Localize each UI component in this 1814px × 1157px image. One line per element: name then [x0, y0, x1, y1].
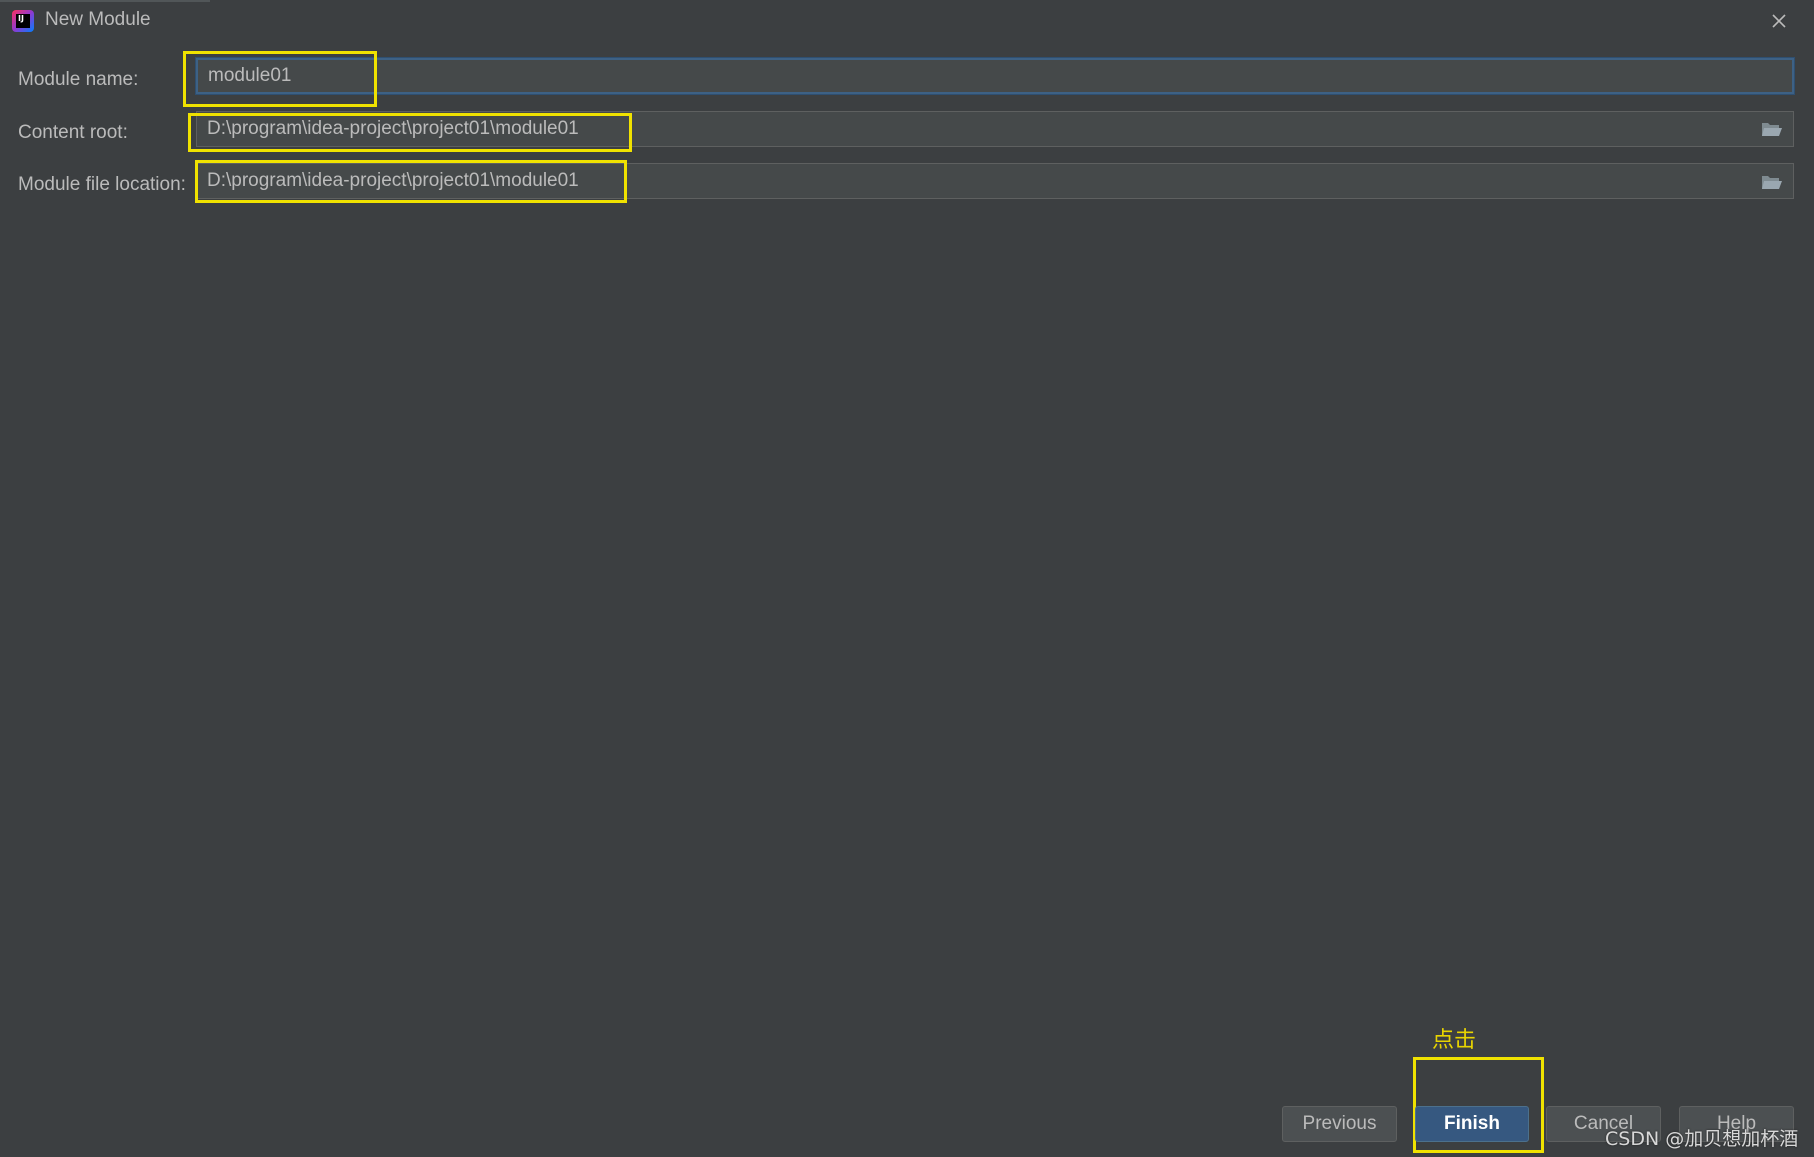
- module-name-input[interactable]: module01: [196, 58, 1794, 94]
- app-icon-text: IJ: [16, 14, 30, 28]
- module-name-value: module01: [208, 65, 292, 86]
- module-file-location-label: Module file location:: [18, 174, 186, 195]
- module-file-location-value: D:\program\idea-project\project01\module…: [207, 170, 579, 191]
- csdn-watermark: CSDN @加贝想加杯酒: [1605, 1128, 1799, 1150]
- click-hint-annotation: 点击: [1432, 1028, 1477, 1053]
- module-name-label: Module name:: [18, 69, 139, 90]
- new-module-dialog: IJ New Module Module name: module01 Cont…: [0, 0, 1814, 1157]
- module-file-location-input[interactable]: D:\program\idea-project\project01\module…: [196, 163, 1794, 199]
- content-root-value: D:\program\idea-project\project01\module…: [207, 118, 579, 139]
- title-bar: IJ New Module: [0, 0, 1814, 42]
- content-root-label: Content root:: [18, 122, 128, 143]
- content-root-input[interactable]: D:\program\idea-project\project01\module…: [196, 111, 1794, 147]
- finish-button[interactable]: Finish: [1415, 1106, 1529, 1142]
- folder-open-icon[interactable]: [1761, 173, 1783, 191]
- intellij-idea-icon: IJ: [12, 10, 34, 32]
- window-title: New Module: [45, 9, 151, 30]
- close-icon[interactable]: [1768, 10, 1790, 32]
- previous-button[interactable]: Previous: [1282, 1106, 1397, 1142]
- title-tab-indicator: [0, 0, 210, 2]
- folder-open-icon[interactable]: [1761, 120, 1783, 138]
